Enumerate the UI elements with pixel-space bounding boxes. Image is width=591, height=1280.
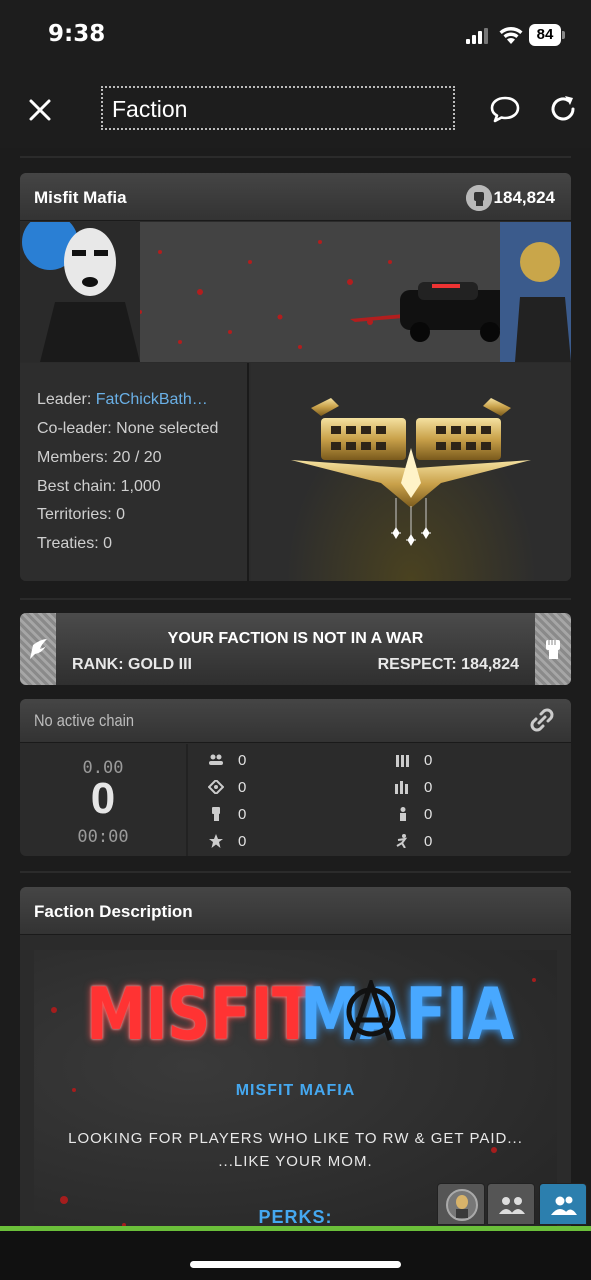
chain-link-icon[interactable]: [527, 705, 557, 735]
leader-link[interactable]: FatChickBath…: [96, 391, 208, 408]
members-icon: [499, 1197, 525, 1214]
stat-value: 0: [424, 752, 433, 769]
status-bar: 9:38 84: [0, 0, 591, 70]
faction-name: Misfit Mafia: [34, 188, 127, 207]
faction-description-panel: Faction Description MISFIT MAFIA MISFIT …: [20, 887, 571, 1232]
stat-value: 0: [238, 833, 247, 850]
nav-bar: Faction: [0, 70, 591, 148]
treaties-line: Treaties: 0: [37, 535, 112, 552]
stat-value: 0: [424, 833, 433, 850]
divider: [20, 598, 571, 600]
stat-value: 0: [238, 806, 247, 823]
person-icon: [400, 807, 406, 821]
star-icon: [209, 834, 223, 848]
page-title: Faction: [112, 96, 188, 122]
stat-value: 0: [424, 779, 433, 796]
faction-info-panel: Misfit Mafia 184,824 Leader: FatChickBat…: [20, 173, 571, 581]
faction-avatar-icon: [446, 1189, 478, 1221]
chain-header: No active chain: [20, 699, 571, 743]
chain-status-title: No active chain: [34, 711, 134, 730]
close-icon[interactable]: [22, 92, 58, 128]
runner-icon: [396, 834, 408, 848]
description-title: Faction Description: [34, 902, 193, 921]
best-chain-line: Best chain: 1,000: [37, 478, 161, 495]
war-rank: RANK: GOLD III: [72, 656, 192, 673]
description-line-1: LOOKING FOR PLAYERS WHO LIKE TO RW & GET…: [68, 1130, 523, 1147]
members-line: Members: 20 / 20: [37, 449, 162, 466]
crowd-icon: [395, 781, 408, 794]
people-icon: [396, 755, 409, 767]
status-time: 9:38: [48, 21, 106, 47]
cellular-signal-icon: [466, 28, 488, 44]
coleader-line: Co-leader: None selected: [37, 420, 219, 437]
chat-bubble-icon[interactable]: [488, 92, 522, 126]
chain-count: 0: [90, 774, 116, 823]
fist-icon: [212, 807, 220, 821]
faction-banner-image: [20, 222, 571, 362]
battery-tip: [562, 31, 565, 39]
territories-line: Territories: 0: [37, 506, 126, 523]
wifi-icon: [499, 27, 523, 44]
faction-header: Misfit Mafia 184,824: [20, 173, 571, 221]
anarchy-symbol-icon: [346, 980, 396, 1041]
war-headline: YOUR FACTION IS NOT IN A WAR: [167, 630, 424, 647]
chain-panel: No active chain 0.00 0 00:00 0 0 0 0 0 0: [20, 699, 571, 856]
logo-mafia: MAFIA: [300, 972, 514, 1056]
description-subtitle: MISFIT MAFIA: [235, 1082, 356, 1099]
gold-rank-emblem: [291, 398, 531, 546]
war-side-right: [535, 613, 571, 685]
description-header: Faction Description: [20, 887, 571, 935]
people-icon: [551, 1196, 577, 1215]
group-icon: [209, 754, 223, 765]
leader-line: Leader: FatChickBath…: [37, 391, 208, 409]
nav-title-field: Faction: [101, 86, 455, 130]
home-area: [0, 1231, 591, 1280]
stat-value: 0: [424, 806, 433, 823]
home-indicator[interactable]: [190, 1261, 401, 1268]
leader-label: Leader:: [37, 391, 96, 408]
refresh-icon[interactable]: [546, 92, 580, 126]
tab-faction-avatar[interactable]: [437, 1183, 485, 1225]
description-line-2: ...LIKE YOUR MOM.: [218, 1153, 373, 1170]
stat-value: 0: [238, 752, 247, 769]
rank-emblem-area: [251, 363, 571, 581]
fist-icon: [546, 640, 560, 659]
stat-value: 0: [238, 779, 247, 796]
war-respect: RESPECT: 184,824: [377, 656, 519, 673]
logo-misfit: MISFIT: [86, 972, 313, 1056]
divider: [186, 744, 188, 856]
tab-members[interactable]: [487, 1183, 535, 1225]
war-status-bar: YOUR FACTION IS NOT IN A WAR RANK: GOLD …: [20, 613, 571, 685]
battery-icon: 84: [529, 24, 561, 46]
divider: [20, 871, 571, 873]
chain-timer: 00:00: [77, 827, 129, 847]
respect-value: 184,824: [493, 188, 555, 207]
divider: [20, 156, 571, 158]
faction-stats: Leader: FatChickBath… Co-leader: None se…: [20, 363, 249, 581]
tab-people[interactable]: [539, 1183, 587, 1225]
respect-fist-icon: [466, 185, 492, 211]
war-side-left: [20, 613, 56, 685]
chain-counter: 0.00 0 00:00: [20, 744, 186, 856]
target-icon: [208, 780, 224, 794]
